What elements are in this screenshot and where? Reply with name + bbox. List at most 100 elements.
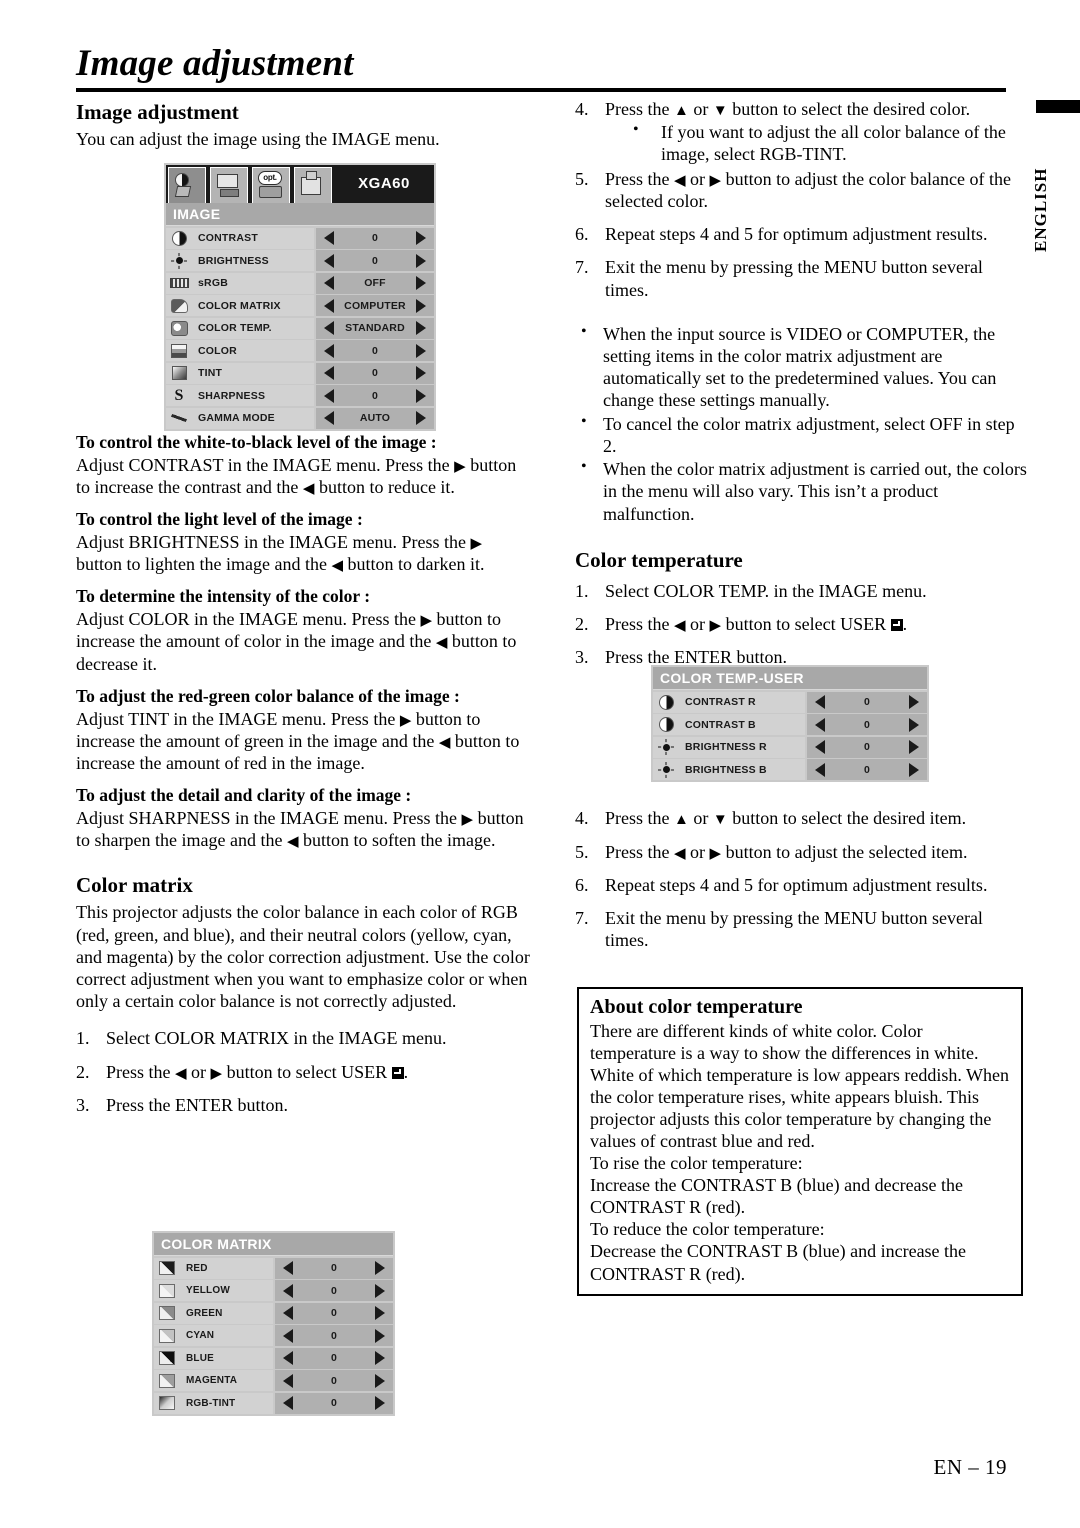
increase-arrow-icon[interactable] xyxy=(908,695,919,709)
decrease-arrow-icon[interactable] xyxy=(324,298,334,313)
osd-row-color-matrix[interactable]: COLOR MATRIX COMPUTER xyxy=(166,295,434,316)
contrast-icon xyxy=(653,691,679,713)
list-item: • When the color matrix adjustment is ca… xyxy=(575,458,1027,525)
decrease-arrow-icon[interactable] xyxy=(324,321,334,335)
osd-row-label: RED xyxy=(180,1257,273,1279)
decrease-arrow-icon[interactable] xyxy=(324,343,334,358)
about-box-rise-label: To rise the color temperature: xyxy=(590,1153,803,1174)
decrease-arrow-icon[interactable] xyxy=(815,695,825,709)
osd-row-contrast-r[interactable]: CONTRAST R 0 xyxy=(653,691,927,713)
osd-row-magenta[interactable]: MAGENTA 0 xyxy=(154,1370,393,1391)
increase-arrow-icon[interactable] xyxy=(415,343,426,358)
osd-row-value-control[interactable]: 0 xyxy=(316,250,434,271)
feature-tab[interactable] xyxy=(294,167,332,203)
osd-row-value: 0 xyxy=(371,367,379,379)
osd-row-brightness[interactable]: BRIGHTNESS 0 xyxy=(166,250,434,271)
increase-arrow-icon[interactable] xyxy=(374,1396,385,1410)
increase-arrow-icon[interactable] xyxy=(415,388,426,403)
increase-arrow-icon[interactable] xyxy=(374,1351,385,1365)
osd-row-color[interactable]: COLOR 0 xyxy=(166,340,434,361)
osd-row-contrast-b[interactable]: CONTRAST B 0 xyxy=(653,714,927,735)
osd-row-cyan[interactable]: CYAN 0 xyxy=(154,1325,393,1346)
screen-tab[interactable] xyxy=(210,167,248,203)
increase-arrow-icon[interactable] xyxy=(415,231,426,245)
osd-row-value-control[interactable]: STANDARD xyxy=(316,317,434,339)
osd-row-brightness-b[interactable]: BRIGHTNESS B 0 xyxy=(653,759,927,780)
osd-row-srgb[interactable]: sRGB OFF xyxy=(166,272,434,294)
osd-row-yellow[interactable]: YELLOW 0 xyxy=(154,1280,393,1301)
decrease-arrow-icon[interactable] xyxy=(815,717,825,732)
decrease-arrow-icon[interactable] xyxy=(815,740,825,754)
increase-arrow-icon[interactable] xyxy=(908,717,919,732)
section-heading-image-adjustment: Image adjustment xyxy=(76,100,239,124)
osd-row-green[interactable]: GREEN 0 xyxy=(154,1302,393,1324)
list-text-pre: Press the xyxy=(605,841,674,862)
subsection-sharpness: To adjust the detail and clarity of the … xyxy=(76,785,531,851)
increase-arrow-icon[interactable] xyxy=(415,253,426,268)
osd-row-value-control[interactable]: 0 xyxy=(275,1370,393,1391)
increase-arrow-icon[interactable] xyxy=(415,276,426,290)
increase-arrow-icon[interactable] xyxy=(374,1261,385,1275)
decrease-arrow-icon[interactable] xyxy=(324,411,334,425)
increase-arrow-icon[interactable] xyxy=(908,740,919,754)
decrease-arrow-icon[interactable] xyxy=(324,366,334,380)
increase-arrow-icon[interactable] xyxy=(374,1306,385,1320)
decrease-arrow-icon[interactable] xyxy=(283,1373,293,1388)
list-text-pre: Press the xyxy=(605,808,674,829)
osd-row-value-control[interactable]: 0 xyxy=(807,714,927,735)
osd-row-tint[interactable]: TINT 0 xyxy=(166,362,434,384)
osd-row-label: SHARPNESS xyxy=(192,385,314,406)
decrease-arrow-icon[interactable] xyxy=(283,1306,293,1320)
osd-row-value-control[interactable]: 0 xyxy=(316,340,434,361)
osd-row-color-temp[interactable]: COLOR TEMP. STANDARD xyxy=(166,317,434,339)
image-tab[interactable] xyxy=(168,167,206,203)
osd-row-value-control[interactable]: 0 xyxy=(275,1392,393,1414)
increase-arrow-icon[interactable] xyxy=(416,298,426,313)
osd-row-value: 0 xyxy=(330,1352,338,1364)
decrease-arrow-icon[interactable] xyxy=(283,1328,293,1343)
decrease-arrow-icon[interactable] xyxy=(283,1396,293,1410)
decrease-arrow-icon[interactable] xyxy=(283,1351,293,1365)
osd-row-blue[interactable]: BLUE 0 xyxy=(154,1347,393,1369)
osd-row-value-control[interactable]: COMPUTER xyxy=(316,295,434,316)
decrease-arrow-icon[interactable] xyxy=(324,388,334,403)
decrease-arrow-icon[interactable] xyxy=(324,253,334,268)
osd-row-value: 0 xyxy=(863,718,871,731)
osd-row-value-control[interactable]: 0 xyxy=(275,1302,393,1324)
list-text-post: button to select USER xyxy=(721,613,891,634)
osd-row-value-control[interactable]: 0 xyxy=(275,1325,393,1346)
osd-row-value-control[interactable]: 0 xyxy=(807,736,927,758)
increase-arrow-icon[interactable] xyxy=(374,1373,385,1388)
osd-row-value-control[interactable]: 0 xyxy=(316,362,434,384)
osd-row-value-control[interactable]: 0 xyxy=(275,1257,393,1279)
osd-row-contrast[interactable]: CONTRAST 0 xyxy=(166,227,434,249)
osd-row-value-control[interactable]: 0 xyxy=(275,1347,393,1369)
increase-arrow-icon[interactable] xyxy=(374,1283,385,1298)
option-tab[interactable]: opt. xyxy=(252,167,290,203)
decrease-arrow-icon[interactable] xyxy=(283,1261,293,1275)
osd-row-value-control[interactable]: 0 xyxy=(316,385,434,406)
osd-row-value-control[interactable]: OFF xyxy=(316,272,434,294)
right-arrow-icon: ▶ xyxy=(709,845,722,862)
osd-row-sharpness[interactable]: S SHARPNESS 0 xyxy=(166,385,434,406)
osd-row-value-control[interactable]: 0 xyxy=(316,227,434,249)
osd-row-value-control[interactable]: 0 xyxy=(275,1280,393,1301)
decrease-arrow-icon[interactable] xyxy=(324,276,334,290)
osd-row-rgb-tint[interactable]: RGB-TINT 0 xyxy=(154,1392,393,1414)
osd-row-value-control[interactable]: AUTO xyxy=(316,407,434,429)
decrease-arrow-icon[interactable] xyxy=(283,1283,293,1298)
osd-row-red[interactable]: RED 0 xyxy=(154,1257,393,1279)
decrease-arrow-icon[interactable] xyxy=(815,762,825,777)
decrease-arrow-icon[interactable] xyxy=(324,231,334,245)
osd-row-value-control[interactable]: 0 xyxy=(807,759,927,780)
osd-row-value-control[interactable]: 0 xyxy=(807,691,927,713)
osd-row-brightness-r[interactable]: BRIGHTNESS R 0 xyxy=(653,736,927,758)
increase-arrow-icon[interactable] xyxy=(908,762,919,777)
osd-row-gamma-mode[interactable]: GAMMA MODE AUTO xyxy=(166,407,434,429)
osd-row-label: sRGB xyxy=(192,272,314,294)
increase-arrow-icon[interactable] xyxy=(415,411,426,425)
increase-arrow-icon[interactable] xyxy=(416,321,426,335)
increase-arrow-icon[interactable] xyxy=(415,366,426,380)
increase-arrow-icon[interactable] xyxy=(374,1328,385,1343)
osd-row-value: 0 xyxy=(371,389,379,402)
